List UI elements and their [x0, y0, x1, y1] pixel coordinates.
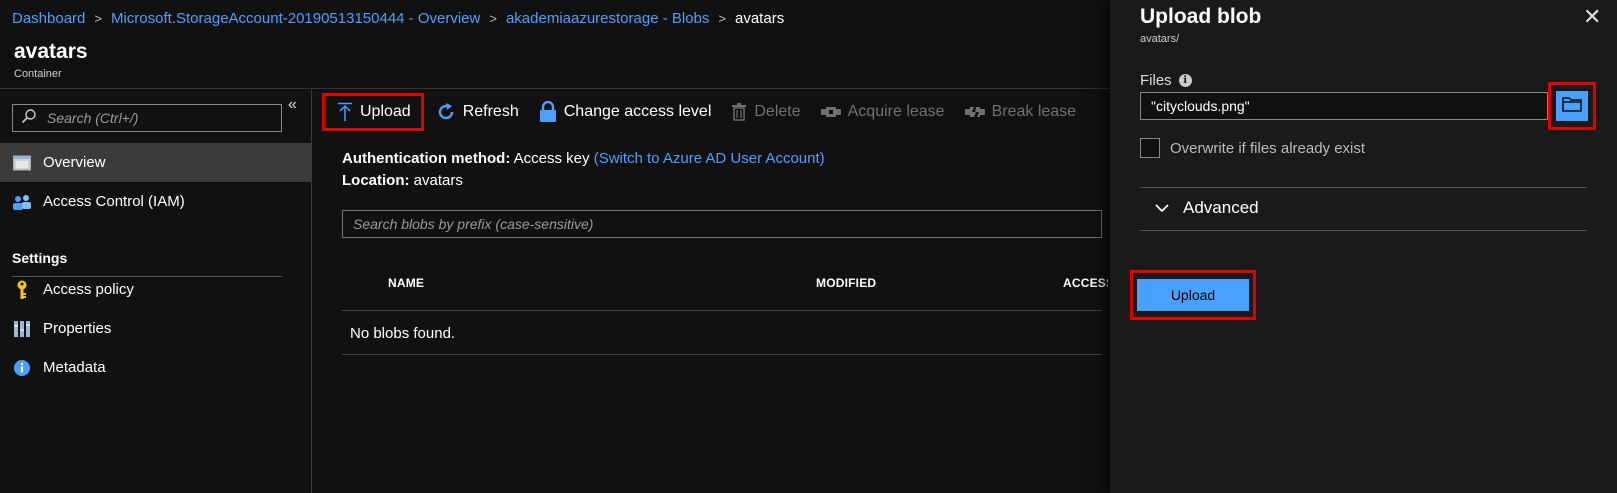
overwrite-option[interactable]: Overwrite if files already exist [1140, 138, 1365, 158]
sidebar-item-iam[interactable]: Access Control (IAM) [0, 182, 311, 221]
auth-method-value: Access key [513, 150, 590, 167]
breadcrumb-blobs[interactable]: akademiaazurestorage - Blobs [506, 10, 709, 27]
switch-auth-link[interactable]: (Switch to Azure AD User Account) [594, 150, 825, 167]
page-subtitle: Container [14, 68, 62, 80]
folder-icon [1562, 96, 1582, 117]
sidebar-item-properties[interactable]: Properties [0, 309, 311, 348]
sidebar-search-input[interactable] [47, 110, 267, 126]
overwrite-label: Overwrite if files already exist [1170, 139, 1366, 157]
overview-icon [12, 153, 32, 173]
files-label: Files i [1140, 72, 1192, 89]
sidebar-item-label: Properties [43, 320, 112, 337]
auth-method-label: Authentication method: [342, 150, 511, 167]
info-icon [12, 358, 32, 378]
sidebar-item-label: Access Control (IAM) [43, 193, 185, 210]
advanced-label: Advanced [1183, 198, 1259, 217]
table-bottom-divider [342, 354, 1102, 355]
files-label-text: Files [1140, 72, 1172, 89]
sidebar-item-label: Metadata [43, 359, 106, 376]
browse-files-button[interactable] [1556, 91, 1588, 121]
upload-button-highlight: Upload [1130, 270, 1256, 320]
column-header-modified[interactable]: MODIFIED [816, 276, 876, 290]
panel-title: Upload blob [1140, 5, 1262, 28]
table-header-divider [342, 310, 1102, 311]
acquire-lease-button[interactable]: Acquire lease [811, 93, 955, 131]
delete-label: Delete [754, 103, 801, 120]
empty-message: No blobs found. [350, 325, 456, 342]
chevron-right-icon: > [489, 10, 497, 26]
sidebar-item-overview[interactable]: Overview [0, 143, 311, 182]
break-lease-button[interactable]: Break lease [955, 93, 1087, 131]
upload-toolbar-button[interactable]: Upload [322, 93, 424, 131]
column-header-name[interactable]: NAME [388, 276, 424, 290]
refresh-label: Refresh [462, 103, 519, 120]
properties-icon [12, 319, 32, 339]
delete-button[interactable]: Delete [721, 93, 810, 131]
breadcrumb-current: avatars [735, 9, 785, 27]
breadcrumb-dashboard[interactable]: Dashboard [12, 10, 85, 27]
location-value: avatars [413, 172, 463, 189]
advanced-section-toggle[interactable]: Advanced [1155, 198, 1259, 218]
advanced-bottom-divider [1140, 230, 1587, 231]
sidebar-item-metadata[interactable]: Metadata [0, 348, 311, 387]
info-icon[interactable]: i [1178, 74, 1192, 87]
command-bar: Upload Refresh Change access level Delet… [322, 92, 1086, 132]
breadcrumb-storage-account[interactable]: Microsoft.StorageAccount-20190513150444 … [111, 10, 480, 27]
panel-subtitle: avatars/ [1140, 33, 1180, 45]
files-field[interactable] [1140, 92, 1548, 120]
blob-search[interactable] [342, 210, 1102, 238]
change-access-label: Change access level [563, 103, 712, 120]
auth-method-row: Authentication method: Access key (Switc… [342, 150, 825, 167]
sidebar-search[interactable] [12, 104, 282, 132]
chevron-right-icon: > [718, 10, 726, 26]
search-icon [21, 108, 37, 129]
acquire-lease-label: Acquire lease [847, 103, 945, 120]
break-lease-label: Break lease [991, 103, 1077, 120]
blob-search-input[interactable] [353, 216, 1053, 232]
lock-icon [539, 101, 557, 123]
page-title: avatars [14, 40, 88, 63]
settings-section-header: Settings [12, 250, 68, 266]
trash-icon [731, 103, 747, 121]
chevron-right-icon: > [94, 10, 102, 26]
close-icon[interactable]: ✕ [1583, 4, 1601, 30]
refresh-button[interactable]: Refresh [426, 93, 529, 131]
iam-icon [12, 192, 32, 212]
break-lease-icon [964, 105, 985, 119]
sidebar-item-label: Overview [43, 154, 106, 171]
overwrite-checkbox[interactable] [1140, 138, 1160, 158]
location-label: Location: [342, 172, 410, 189]
acquire-lease-icon [820, 105, 841, 119]
sidebar-item-label: Access policy [43, 281, 134, 298]
advanced-top-divider [1140, 187, 1587, 188]
key-icon [12, 280, 32, 300]
sidebar-item-access-policy[interactable]: Access policy [0, 270, 311, 309]
browse-highlight [1548, 82, 1596, 130]
files-input[interactable] [1151, 98, 1531, 114]
upload-submit-button[interactable]: Upload [1137, 279, 1249, 311]
location-row: Location: avatars [342, 172, 463, 189]
collapse-sidebar-button[interactable]: « [288, 96, 297, 114]
change-access-level-button[interactable]: Change access level [529, 93, 722, 131]
upload-label: Upload [360, 103, 411, 120]
refresh-icon [436, 102, 456, 122]
upload-arrow-icon [337, 102, 353, 122]
chevron-down-icon [1155, 198, 1169, 218]
column-header-access[interactable]: ACCESS [1063, 276, 1108, 290]
breadcrumb: Dashboard > Microsoft.StorageAccount-201… [12, 8, 784, 28]
